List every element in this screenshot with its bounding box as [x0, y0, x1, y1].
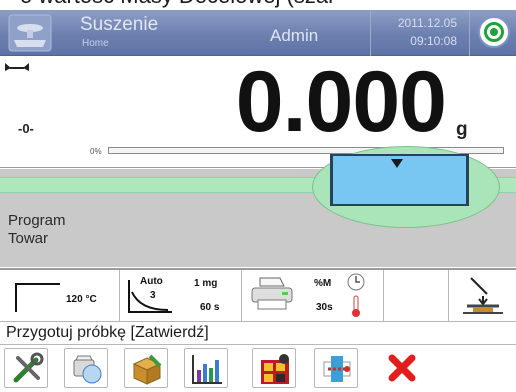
report-chart-button[interactable] [184, 348, 228, 388]
level-dot-icon [490, 28, 498, 36]
weighing-pan-icon [463, 277, 503, 314]
app-subtitle: Home [82, 38, 109, 49]
heating-profile-icon [15, 283, 60, 312]
database-icon [73, 355, 102, 384]
datetime-box: 2011.12.05 09:10:08 [370, 10, 470, 56]
weighing-display: -0- 0.000 g 0% [0, 54, 516, 168]
document-caption: o wartość Masy Docelowej (szar [0, 0, 516, 10]
progress-bar [108, 147, 504, 154]
settings-button[interactable] [4, 348, 48, 388]
balance-logo-icon[interactable] [8, 14, 52, 52]
info-product: Towar [8, 230, 49, 247]
weight-unit[interactable]: g [456, 119, 468, 141]
message-bar: Przygotuj próbkę [Zatwierdź] [0, 323, 516, 345]
message-text: Przygotuj próbkę [Zatwierdź] [6, 324, 209, 341]
progress-label: 0% [90, 147, 102, 156]
bargraph-track [0, 177, 516, 193]
param-print-interval: 30s [316, 302, 333, 313]
title-bar: Suszenie Home Admin 2011.12.05 09:10:08 [0, 10, 516, 56]
zero-indicator: -0- [18, 121, 34, 136]
document-caption-text: o wartość Masy Docelowej (szar [20, 0, 335, 9]
param-auto-label: Auto [140, 276, 163, 287]
time-text: 09:10:08 [410, 34, 457, 48]
bottom-toolbar [0, 346, 516, 392]
products-box-icon [132, 354, 162, 385]
param-temperature[interactable]: 120 °C [0, 270, 120, 322]
weight-value: 0.000 [235, 54, 447, 150]
param-temperature-value: 120 °C [66, 294, 97, 305]
param-auto-number: 3 [150, 290, 156, 301]
parameter-strip: 120 °C Auto 3 1 mg 60 s %M 30s [0, 268, 516, 322]
logged-user[interactable]: Admin [270, 26, 318, 46]
app-title: Suszenie [80, 14, 159, 35]
drying-profile-button[interactable] [314, 348, 358, 388]
param-print-unit: %M [314, 278, 332, 289]
weighing-series-button[interactable] [252, 348, 296, 388]
settings-tools-icon [13, 352, 44, 383]
cancel-button[interactable] [380, 348, 424, 388]
printer-icon [251, 277, 293, 310]
drying-heater-icon [323, 356, 351, 382]
param-delta-mass: 1 mg [194, 278, 218, 289]
info-program: Program [8, 212, 66, 229]
weighing-grid-icon [261, 354, 289, 384]
date-text: 2011.12.05 [397, 16, 457, 30]
chart-icon [192, 355, 222, 384]
tare-pan-button[interactable] [448, 270, 516, 322]
stability-icon [5, 63, 29, 71]
param-delta-time: 60 s [200, 302, 220, 313]
cancel-icon [388, 354, 416, 382]
clock-thermometer-icon [347, 273, 365, 317]
level-indicator-button[interactable] [478, 16, 510, 48]
param-spacer [384, 270, 448, 322]
database-button[interactable] [64, 348, 108, 388]
products-button[interactable] [124, 348, 168, 388]
param-printout[interactable]: %M 30s [242, 270, 384, 322]
param-auto-finish[interactable]: Auto 3 1 mg 60 s [120, 270, 242, 322]
